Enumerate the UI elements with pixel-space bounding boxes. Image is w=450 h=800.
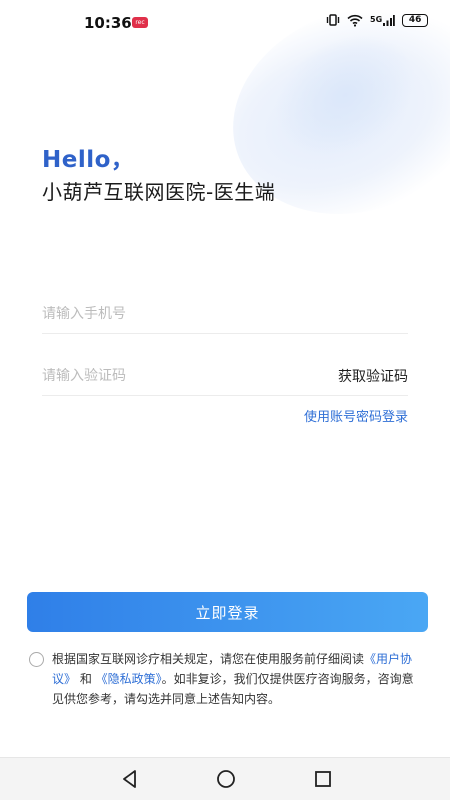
password-login-link[interactable]: 使用账号密码登录 xyxy=(304,406,408,425)
battery-icon: 46 xyxy=(402,13,429,27)
agreement-text-before: 根据国家互联网诊疗相关规定，请您在使用服务前仔细阅读 xyxy=(52,652,365,666)
phone-field[interactable] xyxy=(42,294,408,334)
network-type: 5G xyxy=(370,15,383,24)
privacy-policy-link[interactable]: 《隐私政策》 xyxy=(96,672,162,686)
wifi-icon xyxy=(347,14,363,27)
greeting-text: Hello， xyxy=(42,147,135,173)
vibrate-icon xyxy=(326,13,340,27)
code-field[interactable]: 获取验证码 xyxy=(42,356,408,396)
phone-input[interactable] xyxy=(42,305,282,322)
agreement-connector: 和 xyxy=(76,672,96,686)
app-title: 小葫芦互联网医院-医生端 xyxy=(42,180,276,204)
home-icon[interactable] xyxy=(214,767,238,791)
back-icon[interactable] xyxy=(118,767,142,791)
code-input[interactable] xyxy=(42,367,282,384)
status-bar: 10:36 rec 5G 46 xyxy=(0,0,450,46)
agreement-text: 根据国家互联网诊疗相关规定，请您在使用服务前仔细阅读《用户协议》 和 《隐私政策… xyxy=(52,649,424,709)
recording-badge: rec xyxy=(132,17,148,28)
system-nav-bar xyxy=(0,757,450,800)
get-code-button[interactable]: 获取验证码 xyxy=(338,366,408,386)
signal-icon: 5G xyxy=(370,14,395,27)
agreement-checkbox[interactable] xyxy=(29,652,44,667)
status-time: 10:36 xyxy=(84,14,132,32)
login-button[interactable]: 立即登录 xyxy=(27,592,428,632)
status-icons: 5G 46 xyxy=(326,13,429,27)
recents-icon[interactable] xyxy=(311,767,335,791)
